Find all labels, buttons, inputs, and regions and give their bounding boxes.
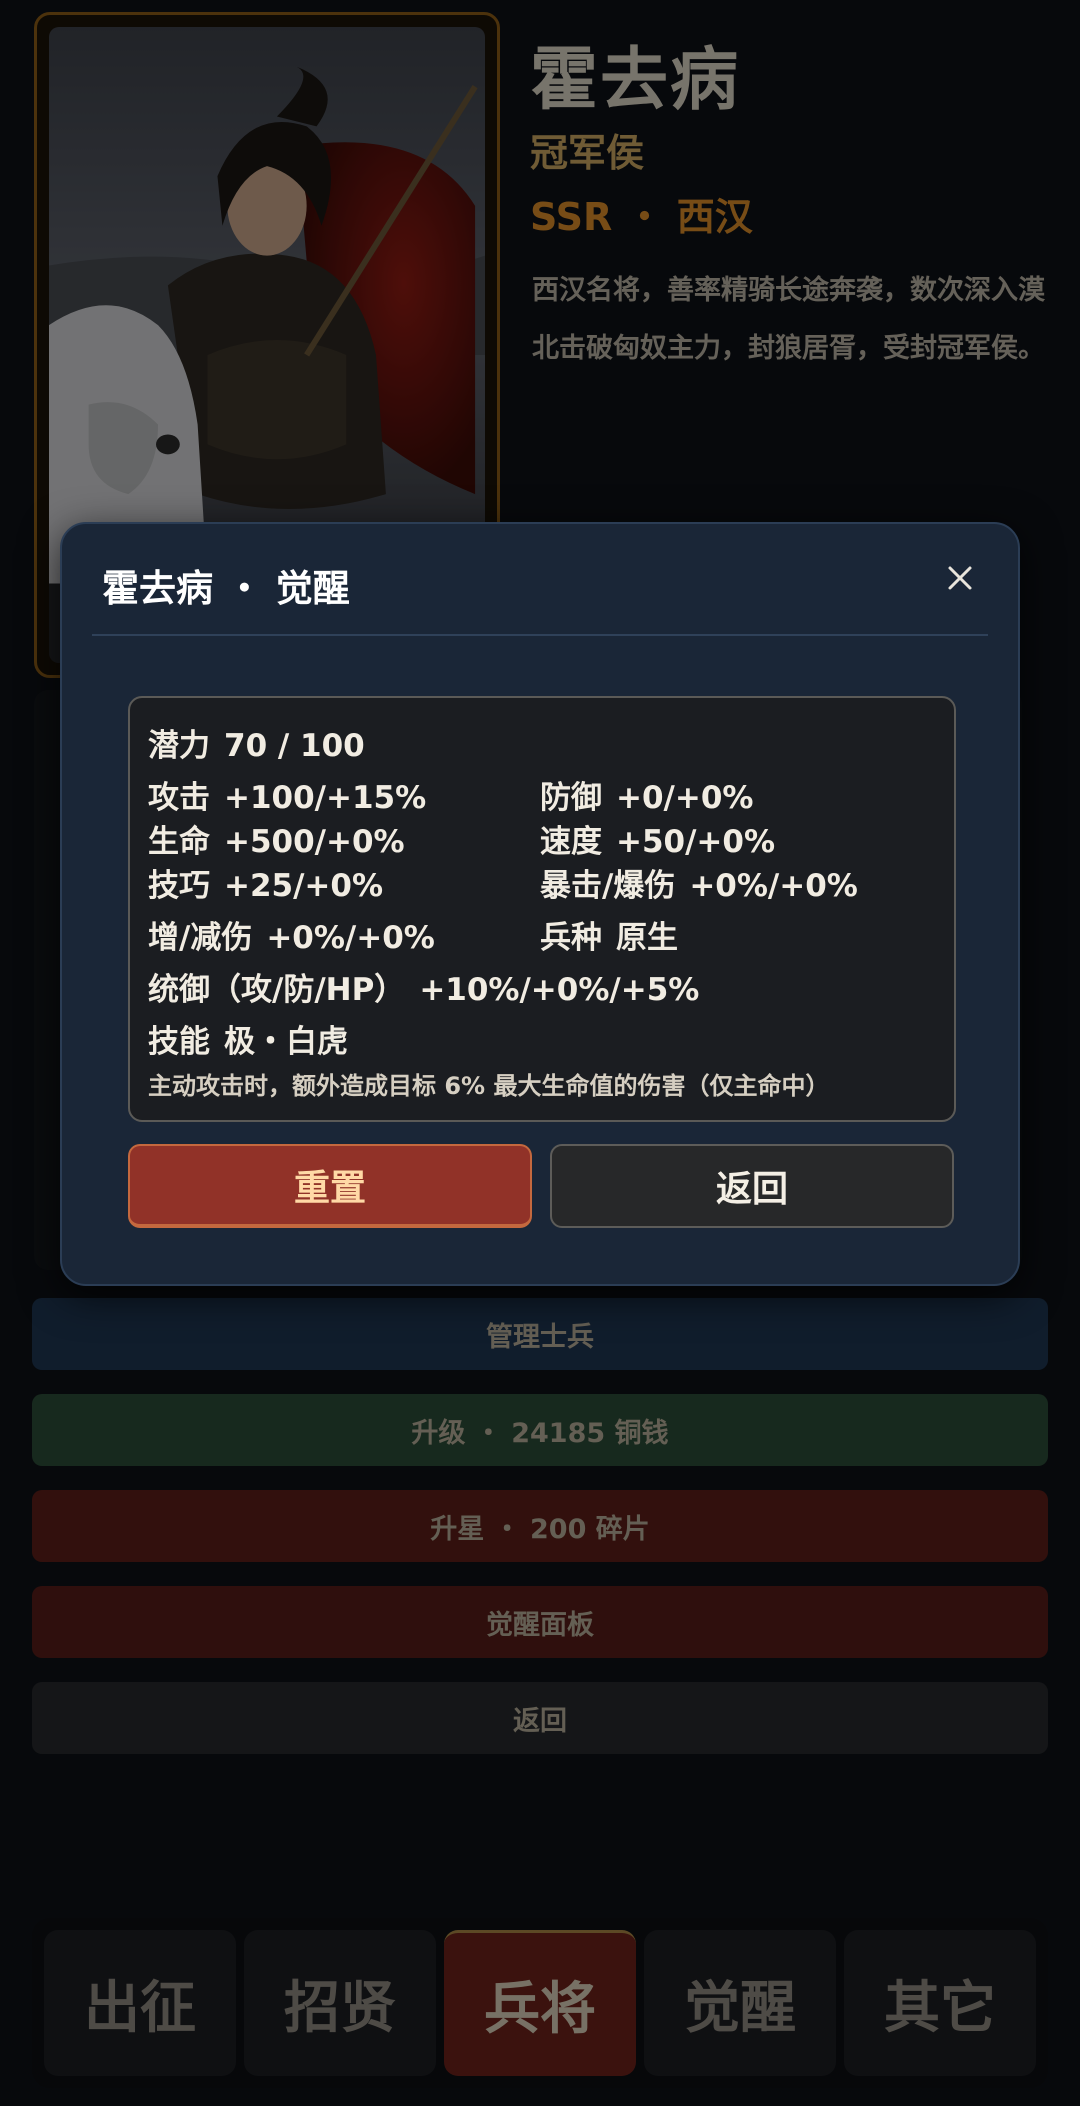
skill-description: 主动攻击时，额外造成目标 6% 最大生命值的伤害（仅主命中） xyxy=(148,1072,830,1100)
tab-other[interactable]: 其它 xyxy=(844,1930,1036,2076)
stat-potential: 潜力 70 / 100 xyxy=(148,720,365,765)
stat-technique-label: 技巧 xyxy=(148,868,210,904)
stat-damage: 增/减伤 +0%/+0% xyxy=(148,912,435,957)
stat-attack: 攻击 +100/+15% xyxy=(148,772,426,817)
stat-troop-type-label: 兵种 xyxy=(540,920,602,956)
awaken-modal: 霍去病 ・ 觉醒 潜力 70 / 100 攻击 +100/+15% 防御 +0/+0%… xyxy=(60,522,1020,1286)
close-button[interactable] xyxy=(938,556,982,600)
stat-hp-label: 生命 xyxy=(148,824,210,860)
return-button[interactable]: 返回 xyxy=(550,1144,954,1228)
stat-skill: 技能 极・白虎 xyxy=(148,1016,348,1061)
back-button[interactable]: 返回 xyxy=(32,1682,1048,1754)
hero-name: 霍去病 xyxy=(530,41,741,120)
stat-potential-value: 70 / 100 xyxy=(224,728,365,764)
stat-speed: 速度 +50/+0% xyxy=(540,816,775,861)
stat-defense-label: 防御 xyxy=(540,780,602,816)
stat-hp: 生命 +500/+0% xyxy=(148,816,405,861)
stat-technique: 技巧 +25/+0% xyxy=(148,860,383,905)
stat-crit-label: 暴击/爆伤 xyxy=(540,868,676,904)
modal-divider xyxy=(92,634,988,636)
stat-skill-value: 极・白虎 xyxy=(224,1024,348,1060)
stat-damage-label: 增/减伤 xyxy=(148,920,253,956)
manage-soldiers-button[interactable]: 管理士兵 xyxy=(32,1298,1048,1370)
stat-command: 统御（攻/防/HP） +10%/+0%/+5% xyxy=(148,964,699,1009)
stat-potential-label: 潜力 xyxy=(148,728,210,764)
stat-attack-value: +100/+15% xyxy=(224,780,427,816)
modal-title: 霍去病 ・ 觉醒 xyxy=(102,567,350,610)
tab-expedition[interactable]: 出征 xyxy=(44,1930,236,2076)
stat-crit: 暴击/爆伤 +0%/+0% xyxy=(540,860,858,905)
awaken-stats-box: 潜力 70 / 100 攻击 +100/+15% 防御 +0/+0% 生命 +500/+… xyxy=(128,696,956,1122)
stat-defense: 防御 +0/+0% xyxy=(540,772,753,817)
stat-damage-value: +0%/+0% xyxy=(266,920,435,956)
close-icon xyxy=(948,566,972,590)
tab-generals[interactable]: 兵将 xyxy=(444,1930,636,2076)
stat-technique-value: +25/+0% xyxy=(224,868,384,904)
tab-awaken[interactable]: 觉醒 xyxy=(644,1930,836,2076)
stat-troop-type-value: 原生 xyxy=(616,920,678,956)
reset-button[interactable]: 重置 xyxy=(128,1144,532,1228)
bottom-nav: 出征 招贤 兵将 觉醒 其它 xyxy=(32,1918,1048,2088)
hero-description: 西汉名将，善率精骑长途奔袭，数次深入漠北击破匈奴主力，封狼居胥，受封冠军侯。 xyxy=(532,275,1045,364)
tab-recruit[interactable]: 招贤 xyxy=(244,1930,436,2076)
awaken-panel-button[interactable]: 觉醒面板 xyxy=(32,1586,1048,1658)
hero-rarity: SSR ・ 西汉 xyxy=(530,195,753,239)
stat-skill-label: 技能 xyxy=(148,1024,210,1060)
stat-speed-value: +50/+0% xyxy=(616,824,776,860)
stat-crit-value: +0%/+0% xyxy=(689,868,858,904)
stat-command-value: +10%/+0%/+5% xyxy=(419,972,700,1008)
upgrade-button[interactable]: 升级 ・ 24185 铜钱 xyxy=(32,1394,1048,1466)
star-up-button[interactable]: 升星 ・ 200 碎片 xyxy=(32,1490,1048,1562)
stat-speed-label: 速度 xyxy=(540,824,602,860)
stat-attack-label: 攻击 xyxy=(148,780,210,816)
stat-troop-type: 兵种 原生 xyxy=(540,912,678,957)
hero-title: 冠军侯 xyxy=(530,131,645,175)
stat-hp-value: +500/+0% xyxy=(224,824,405,860)
stat-command-label: 统御（攻/防/HP） xyxy=(148,972,406,1008)
stat-defense-value: +0/+0% xyxy=(616,780,754,816)
